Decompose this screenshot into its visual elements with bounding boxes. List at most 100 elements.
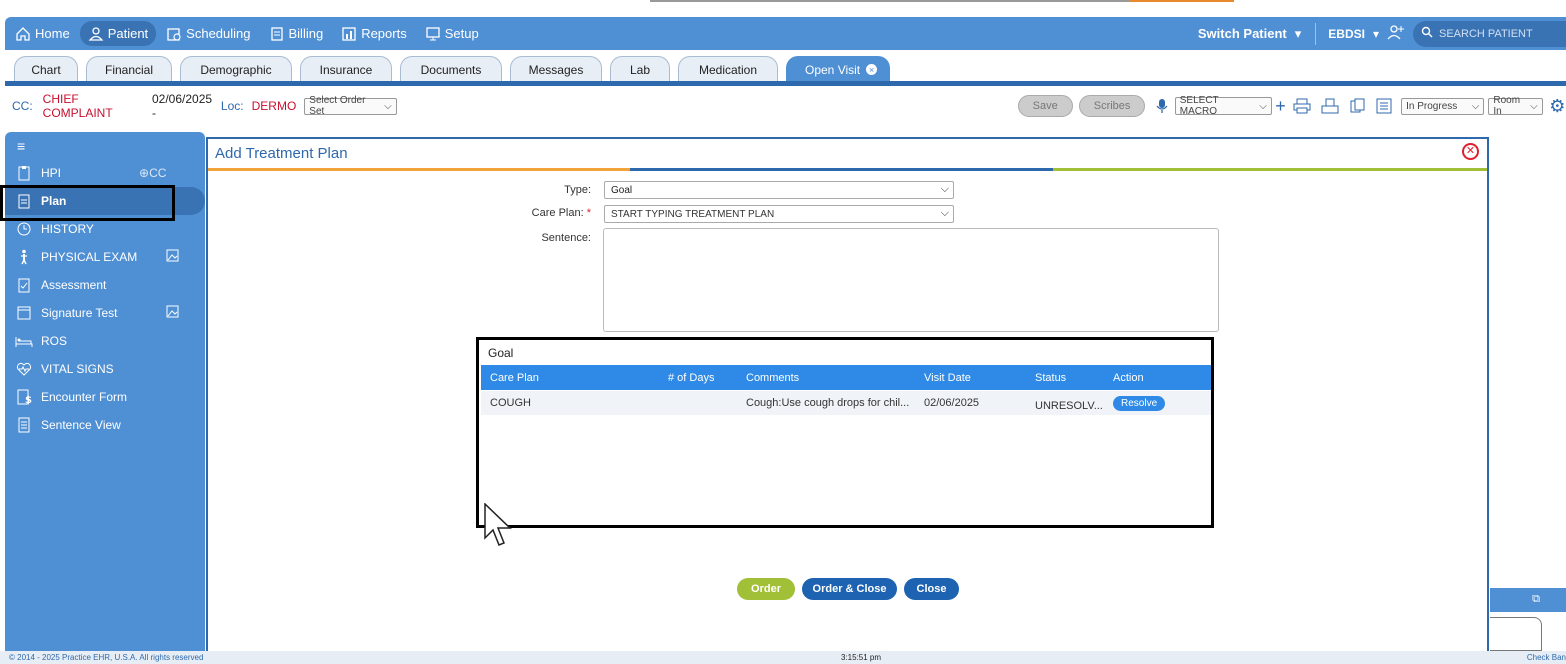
microphone-icon[interactable] [1153,97,1170,115]
chart-icon [341,26,357,42]
chief-complaint-link[interactable]: CHIEF COMPLAINT [43,92,148,120]
heart-pulse-icon [15,360,33,378]
patient-tabs: Chart Financial Demographic Insurance Do… [0,54,1566,82]
top-divider [650,0,1130,2]
sidebar-item-signature-test[interactable]: Signature Test [5,299,205,327]
nav-billing-label: Billing [288,26,324,41]
tab-chart[interactable]: Chart [14,56,78,82]
sidebar-item-label: ROS [41,334,68,348]
document-icon [269,26,285,42]
tab-medication[interactable]: Medication [678,56,778,82]
sentence-textarea[interactable] [603,228,1219,332]
check-banner-link[interactable]: Check Ban [1527,653,1566,662]
document-lines-icon [15,416,33,434]
order-set-select[interactable]: Select Order Set ⌵ [304,95,397,117]
cc-label: CC: [12,99,33,113]
user-menu[interactable]: EBDSI ▾ [1328,24,1405,43]
save-button[interactable]: Save [1017,95,1073,117]
body-icon [15,248,33,266]
accent-line-green [1053,168,1487,171]
expand-icon[interactable]: ⧉ [1532,593,1540,606]
close-button[interactable]: Close [904,578,959,600]
tab-underline [5,81,1566,86]
order-close-button[interactable]: Order & Close [802,578,897,600]
person-icon [88,26,104,42]
tab-open-visit[interactable]: Open Visit × [786,56,890,82]
add-user-icon[interactable] [1387,24,1405,43]
monitor-icon [425,26,441,42]
sidebar-item-sentence-view[interactable]: Sentence View [5,411,205,439]
tab-lab[interactable]: Lab [610,56,670,82]
chevron-down-icon: ⌵ [940,207,949,219]
nav-reports[interactable]: Reports [333,21,415,46]
tab-insurance[interactable]: Insurance [300,56,392,82]
room-select[interactable]: Room In ⌵ [1488,95,1543,117]
type-label: Type: [564,184,591,196]
visit-status-select[interactable]: In Progress ⌵ [1401,97,1485,115]
print-icon[interactable] [1293,97,1311,115]
sidebar-item-ros[interactable]: ROS [5,327,205,355]
order-button[interactable]: Order [737,578,795,600]
sidebar-item-physical-exam[interactable]: PHYSICAL EXAM [5,243,205,271]
chevron-down-icon: ▾ [1372,26,1379,41]
type-select[interactable]: Goal ⌵ [604,181,954,199]
nav-home-label: Home [35,26,70,41]
nav-scheduling[interactable]: Scheduling [158,21,258,46]
room-label: Room In [1493,95,1521,117]
close-tab-icon[interactable]: × [866,64,878,75]
sidebar-item-label: HISTORY [41,222,94,236]
search-placeholder: SEARCH PATIENT [1439,27,1533,40]
chevron-down-icon: ⌵ [1530,100,1538,112]
nav-setup-label: Setup [444,26,479,41]
nav-setup[interactable]: Setup [417,21,487,46]
sidebar-item-label: Signature Test [41,306,118,320]
calendar-icon [166,26,182,42]
copy-icon[interactable] [1349,97,1367,115]
assessment-icon [15,276,33,294]
clipboard-icon [15,164,33,182]
svg-text:$: $ [25,395,32,405]
close-icon[interactable]: ✕ [1462,143,1479,160]
copyright-text: © 2014 - 2025 Practice EHR, U.S.A. All r… [9,653,204,662]
required-marker: * [586,207,591,219]
add-cc-button[interactable]: ⊕CC [139,166,166,180]
tab-messages[interactable]: Messages [510,56,602,82]
home-icon [15,26,31,42]
add-icon[interactable]: + [1272,96,1289,116]
careplan-placeholder: START TYPING TREATMENT PLAN [611,208,775,220]
tab-demographic[interactable]: Demographic [180,56,292,82]
scribes-button[interactable]: Scribes [1078,95,1146,117]
fax-icon[interactable] [1321,97,1339,115]
careplan-input[interactable]: START TYPING TREATMENT PLAN ⌵ [604,205,954,223]
sidebar-item-encounter-form[interactable]: $ Encounter Form [5,383,205,411]
side-panel-header: ⧉ [1490,588,1566,612]
form-icon [15,304,33,322]
highlight-box [0,185,175,221]
macro-select[interactable]: SELECT MACRO ⌵ [1174,95,1272,117]
tab-documents[interactable]: Documents [400,56,502,82]
sidebar-item-label: HPI [41,166,62,180]
search-icon [1421,26,1433,41]
sidebar-item-vital-signs[interactable]: VITAL SIGNS [5,355,205,383]
sidebar-item-hpi[interactable]: HPI ⊕CC [5,159,205,187]
search-patient-input[interactable]: SEARCH PATIENT [1413,20,1566,47]
list-icon[interactable] [1375,97,1393,115]
image-icon[interactable] [166,249,179,265]
nav-scheduling-label: Scheduling [186,26,251,41]
sidebar-item-label: PHYSICAL EXAM [41,250,138,264]
macro-label: SELECT MACRO [1179,95,1219,117]
switch-patient-button[interactable]: Switch Patient ▾ [1198,26,1301,42]
sidebar-item-label: Assessment [41,278,107,292]
gear-icon[interactable]: ⚙ [1549,96,1566,116]
sidebar-item-assessment[interactable]: Assessment [5,271,205,299]
tab-financial[interactable]: Financial [86,56,172,82]
main-navbar: Home Patient Scheduling Billing Reports … [5,17,1566,50]
image-icon[interactable] [166,305,179,321]
sidebar-item-label: Encounter Form [41,390,128,404]
nav-home[interactable]: Home [7,21,78,46]
hamburger-icon[interactable]: ≡ [17,138,25,154]
nav-patient[interactable]: Patient [79,21,157,46]
loc-value[interactable]: DERMO [252,99,297,113]
nav-patient-label: Patient [107,26,149,41]
nav-billing[interactable]: Billing [261,21,332,46]
